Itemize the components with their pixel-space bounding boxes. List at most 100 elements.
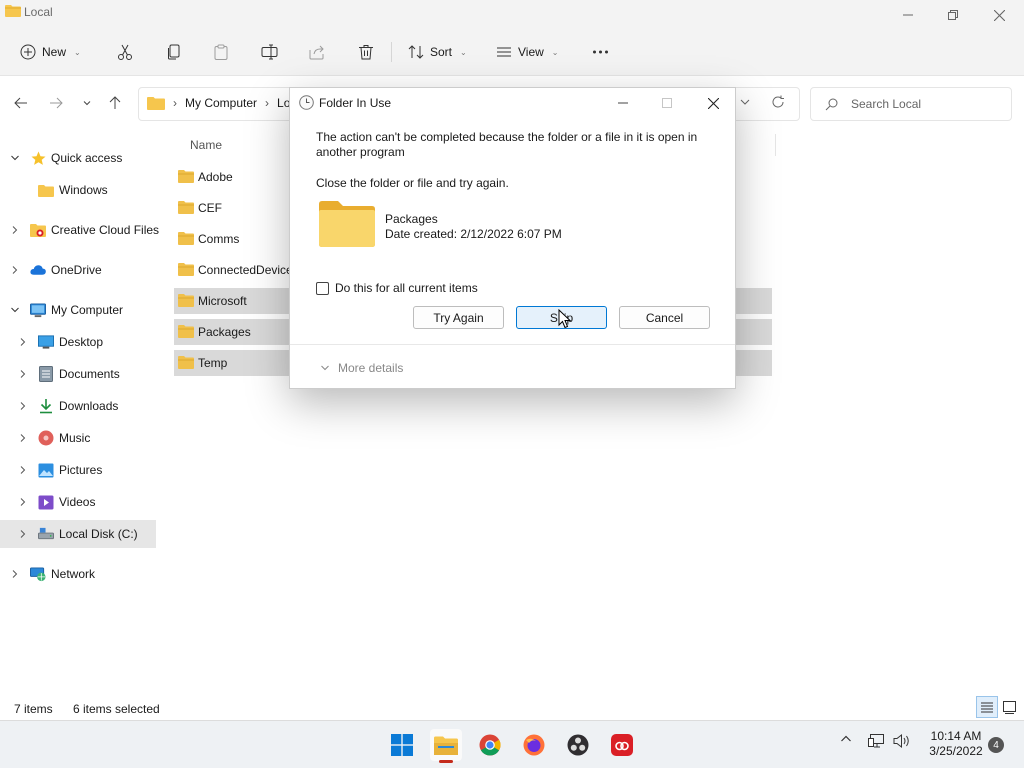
sidebar-item-downloads[interactable]: Downloads [0, 392, 156, 420]
folder-icon [38, 182, 54, 198]
documents-icon [38, 366, 54, 382]
details-view-button[interactable] [976, 696, 998, 718]
dialog-maximize-button[interactable] [645, 90, 689, 116]
trash-icon [359, 45, 373, 60]
start-button[interactable] [386, 729, 418, 761]
search-box[interactable]: Search Local [810, 87, 1012, 121]
chevron-right-icon[interactable] [9, 264, 21, 276]
chevron-down-icon[interactable] [9, 152, 21, 164]
folder-icon [178, 263, 194, 276]
column-header-name[interactable]: Name [190, 138, 222, 152]
share-button[interactable] [309, 39, 325, 65]
taskbar-obs[interactable] [562, 729, 594, 761]
pictures-icon [38, 462, 54, 478]
sidebar-item-network[interactable]: Network [0, 560, 156, 588]
chevron-right-icon[interactable] [17, 528, 29, 540]
apply-to-all-checkbox[interactable] [316, 281, 329, 295]
up-button[interactable] [104, 92, 126, 114]
sidebar-item-pictures[interactable]: Pictures [0, 456, 156, 484]
system-clock[interactable]: 10:14 AM 3/25/2022 [920, 729, 992, 759]
chevron-up-icon [841, 735, 851, 742]
taskbar-file-explorer[interactable] [430, 729, 462, 763]
view-button-label: View [518, 45, 544, 59]
sidebar-item-onedrive[interactable]: OneDrive [0, 256, 156, 284]
recent-locations-button[interactable] [76, 92, 98, 114]
computer-icon [30, 302, 46, 318]
plus-circle-icon [20, 44, 36, 60]
try-again-button[interactable]: Try Again [413, 306, 504, 329]
sidebar-item-creative-cloud-files[interactable]: Creative Cloud Files [0, 216, 159, 244]
cancel-button[interactable]: Cancel [619, 306, 710, 329]
sidebar-item-label: Downloads [59, 399, 119, 413]
sidebar-item-label: Pictures [59, 463, 103, 477]
back-button[interactable] [10, 92, 32, 114]
minimize-button[interactable] [885, 0, 931, 30]
column-divider [775, 134, 776, 156]
view-list-icon [497, 47, 511, 57]
address-history-button[interactable] [739, 96, 751, 111]
close-button[interactable] [976, 0, 1022, 30]
chevron-right-icon[interactable] [17, 400, 29, 412]
dialog-minimize-button[interactable] [601, 90, 645, 116]
chevron-right-icon[interactable] [17, 432, 29, 444]
rename-button[interactable] [261, 39, 278, 65]
more-options-button[interactable] [592, 39, 609, 65]
chevron-down-icon[interactable] [9, 304, 21, 316]
chevron-right-icon[interactable] [17, 496, 29, 508]
chevron-right-icon[interactable] [9, 224, 21, 236]
notification-badge[interactable]: 4 [988, 737, 1004, 753]
breadcrumb-my-computer[interactable]: My Computer [185, 96, 257, 110]
more-details-toggle[interactable]: More details [320, 361, 403, 375]
chevron-down-icon [321, 365, 329, 371]
paste-icon [214, 44, 228, 60]
folder-icon [178, 294, 194, 307]
chevron-right-icon[interactable] [9, 568, 21, 580]
sort-button[interactable]: Sort ⌄ [408, 39, 467, 65]
folder-icon [178, 201, 194, 214]
refresh-button[interactable] [771, 95, 785, 112]
arrow-left-icon [14, 97, 27, 109]
sidebar-item-label: Documents [59, 367, 120, 381]
cut-button[interactable] [117, 39, 133, 65]
show-hidden-icons-button[interactable] [840, 733, 852, 745]
active-app-indicator [439, 760, 453, 763]
chevron-down-icon: ⌄ [551, 47, 559, 57]
paste-button[interactable] [213, 39, 229, 65]
command-bar: New ⌄ Sort ⌄ View ⌄ [0, 30, 1024, 76]
chevron-right-icon[interactable] [17, 464, 29, 476]
sidebar-item-windows[interactable]: Windows [0, 176, 156, 204]
sidebar-item-documents[interactable]: Documents [0, 360, 156, 388]
sidebar-item-desktop[interactable]: Desktop [0, 328, 156, 356]
taskbar-chrome[interactable] [474, 729, 506, 761]
view-button[interactable]: View ⌄ [496, 39, 559, 65]
refresh-icon [772, 95, 784, 108]
new-button-label: New [42, 45, 67, 59]
taskbar-creative-cloud[interactable] [606, 729, 638, 761]
large-icons-view-button[interactable] [998, 696, 1020, 718]
more-details-label: More details [338, 361, 404, 375]
restore-button[interactable] [930, 0, 976, 30]
large-icons-view-icon [1002, 700, 1016, 714]
sidebar-item-videos[interactable]: Videos [0, 488, 156, 516]
delete-button[interactable] [358, 39, 374, 65]
folder-icon [319, 201, 375, 247]
volume-button[interactable] [893, 733, 911, 749]
chevron-right-icon[interactable] [17, 336, 29, 348]
apply-to-all-checkbox-row[interactable]: Do this for all current items [316, 281, 478, 295]
new-button[interactable]: New ⌄ [20, 39, 81, 65]
sidebar-item-quick-access[interactable]: Quick access [0, 144, 156, 172]
chevron-down-icon [740, 99, 750, 105]
creative-cloud-folder-icon [30, 222, 46, 238]
sidebar-item-music[interactable]: Music [0, 424, 156, 452]
sidebar-item-local-disk[interactable]: Local Disk (C:) [0, 520, 156, 548]
copy-button[interactable] [166, 39, 182, 65]
sidebar-item-my-computer[interactable]: My Computer [0, 296, 156, 324]
network-status-button[interactable] [868, 733, 886, 749]
taskbar-firefox[interactable] [518, 729, 550, 761]
firefox-icon [523, 734, 545, 756]
chevron-right-icon[interactable] [17, 368, 29, 380]
dialog-close-button[interactable] [691, 90, 735, 116]
search-placeholder: Search Local [851, 97, 922, 111]
file-name: Comms [198, 232, 240, 246]
forward-button[interactable] [45, 92, 67, 114]
